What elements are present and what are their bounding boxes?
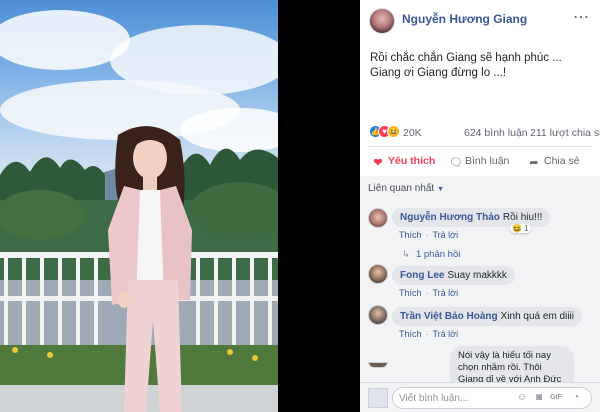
like-button-label: Yêu thích — [388, 155, 436, 167]
commenter-name[interactable]: Nguyễn Hương Thảo — [400, 212, 500, 223]
author-avatar[interactable] — [369, 8, 395, 34]
share-button[interactable]: ➦ Chia sẻ — [528, 155, 580, 169]
comment-button[interactable]: 🗨 Bình luận — [449, 155, 509, 169]
user-avatar — [368, 388, 388, 408]
comment-reply-link[interactable]: Trả lời — [433, 288, 459, 298]
post-stats: 👍 ♥ 😆 20K 624 bình luận 211 lượt chia sẻ — [360, 122, 600, 144]
comment-like-link[interactable]: Thích — [399, 329, 422, 339]
like-button[interactable]: ❤ Yêu thích — [372, 155, 435, 169]
sticker-icon[interactable]: ◔ — [570, 392, 582, 404]
comment-meta: Thích · Trả lời — [399, 288, 458, 298]
post-header: Nguyễn Hương Giang ⋯ — [360, 0, 600, 40]
view-replies-link[interactable]: ↳ 1 phản hồi — [402, 249, 460, 260]
commenter-avatar[interactable] — [368, 305, 388, 325]
comment-text: Rồi hiu!!! — [502, 212, 543, 223]
comment-sort-dropdown[interactable]: Liên quan nhất ▼ — [368, 183, 444, 194]
haha-icon: 😆 — [387, 125, 400, 138]
comment-bubble: Trần Việt Bảo Hoàng Xinh quá em diiii — [392, 307, 582, 326]
commenter-avatar[interactable] — [368, 264, 388, 284]
commenter-name[interactable]: Fong Lee — [400, 270, 444, 281]
comment-button-label: Bình luận — [465, 155, 510, 167]
comments-section: Liên quan nhất ▼ Nguyễn Hương Thảo Rồi hiu… — [360, 176, 600, 412]
comment-like-link[interactable]: Thích — [399, 288, 422, 298]
comment-like-link[interactable]: Thích — [399, 230, 422, 240]
emoji-icon[interactable]: ☺ — [516, 392, 528, 404]
share-count[interactable]: 211 lượt chia sẻ — [530, 127, 600, 139]
comment-reaction-badge[interactable]: 😆 1 — [510, 224, 531, 233]
comment-reply-link[interactable]: Trả lời — [433, 230, 459, 240]
comment-meta: Thích · Trả lời — [399, 230, 458, 240]
replies-count-label: 1 phản hồi — [415, 249, 461, 260]
reaction-count[interactable]: 20K — [403, 127, 422, 139]
post-panel: Nguyễn Hương Giang ⋯ Rồi chắc chắn Giang… — [360, 0, 600, 412]
comment-input[interactable] — [399, 391, 509, 405]
comment-count[interactable]: 624 bình luận — [464, 127, 528, 139]
comment-reply-link[interactable]: Trả lời — [433, 329, 459, 339]
camera-icon[interactable]: ◙ — [533, 392, 545, 404]
comment-text: Suay makkkk — [447, 270, 507, 281]
share-button-label: Chia sẻ — [544, 155, 580, 167]
post-photo[interactable] — [0, 0, 278, 412]
commenter-name[interactable]: Trần Việt Bảo Hoàng — [400, 311, 498, 322]
heart-icon: ❤ — [373, 157, 383, 169]
commenter-avatar[interactable] — [368, 208, 388, 228]
more-options-icon[interactable]: ⋯ — [573, 7, 590, 27]
comment-bubble: Fong Lee Suay makkkk — [392, 266, 515, 285]
separator-dot: · — [425, 329, 429, 339]
photo-illustration — [0, 10, 278, 412]
comment-meta: Thích · Trả lời — [399, 329, 458, 339]
comment-reaction-count: 1 — [524, 224, 529, 233]
comment-input-box: ☺ ◙ GIF ◔ — [392, 387, 592, 409]
reply-arrow-icon: ↳ — [402, 249, 410, 260]
separator-dot: · — [425, 230, 429, 240]
commenter-avatar[interactable] — [368, 362, 388, 368]
comment-text: Xinh quá em diiii — [500, 311, 574, 322]
gif-icon[interactable]: GIF — [550, 392, 562, 404]
divider — [368, 146, 592, 147]
comment-composer: ☺ ◙ GIF ◔ — [360, 382, 600, 412]
separator-dot: · — [425, 288, 429, 298]
lightbox-gutter — [278, 0, 360, 412]
caret-down-icon: ▼ — [437, 186, 445, 193]
post-caption: Rồi chắc chắn Giang sẽ hạnh phúc ... Gia… — [370, 52, 562, 79]
sort-label: Liên quan nhất — [368, 183, 435, 194]
speech-bubble-icon: 🗨 — [449, 157, 463, 169]
author-name[interactable]: Nguyễn Hương Giang — [402, 12, 527, 26]
share-arrow-icon: ➦ — [529, 157, 539, 169]
action-bar: ❤ Yêu thích 🗨 Bình luận ➦ Chia sẻ — [360, 150, 600, 174]
